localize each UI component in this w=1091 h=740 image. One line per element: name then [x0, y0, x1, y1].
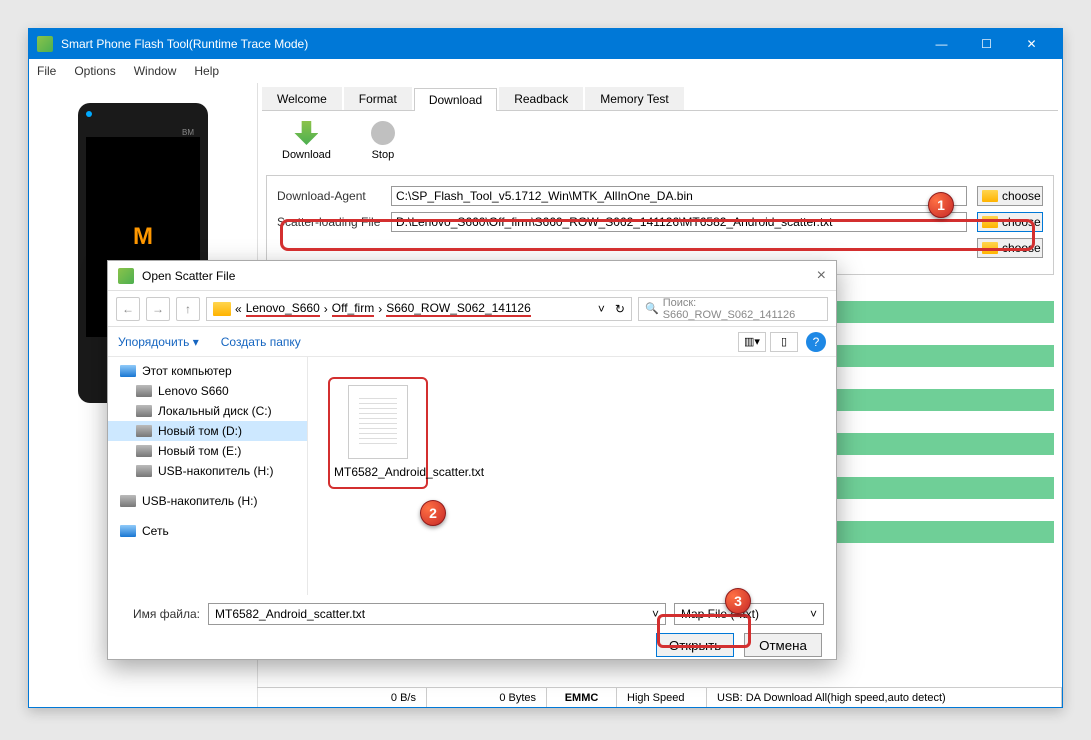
status-size: 0 Bytes	[427, 688, 547, 707]
cancel-button[interactable]: Отмена	[744, 633, 822, 657]
network-icon	[120, 525, 136, 537]
organize-button[interactable]: Упорядочить ▾	[118, 335, 199, 349]
tree-computer[interactable]: Этот компьютер	[108, 361, 307, 381]
usb-icon	[120, 495, 136, 507]
auth-choose-button[interactable]: choose	[977, 238, 1043, 258]
folder-icon	[213, 302, 231, 316]
textfile-icon	[348, 385, 408, 459]
download-button[interactable]: Download	[282, 121, 331, 161]
status-mode: High Speed	[617, 688, 707, 707]
filename-combo[interactable]: MT6582_Android_scatter.txt˅	[208, 603, 666, 625]
nav-fwd-button[interactable]: →	[146, 297, 170, 321]
drive-icon	[136, 405, 152, 417]
toolbar: Download Stop	[262, 111, 1058, 171]
da-label: Download-Agent	[277, 189, 391, 203]
status-speed: 0 B/s	[257, 688, 427, 707]
badge-1: 1	[928, 192, 954, 218]
da-choose-button[interactable]: choose	[977, 186, 1043, 206]
scatter-input[interactable]	[391, 212, 967, 232]
badge-2: 2	[420, 500, 446, 526]
file-area: MT6582_Android_scatter.txt	[308, 357, 836, 595]
dialog-title: Open Scatter File	[142, 269, 235, 283]
open-button[interactable]: Открыть	[656, 633, 734, 657]
download-icon	[294, 121, 318, 145]
preview-button[interactable]: ▯	[770, 332, 798, 352]
crumb-a[interactable]: Lenovo_S660	[246, 301, 320, 317]
tab-welcome[interactable]: Welcome	[262, 87, 342, 110]
tab-memtest[interactable]: Memory Test	[585, 87, 683, 110]
menu-window[interactable]: Window	[134, 64, 177, 78]
close-button[interactable]: ✕	[1009, 29, 1054, 59]
drive-icon	[136, 425, 152, 437]
menu-help[interactable]: Help	[194, 64, 219, 78]
tree-network[interactable]: Сеть	[108, 521, 307, 541]
tree-ddrive[interactable]: Новый том (D:)	[108, 421, 307, 441]
titlebar: Smart Phone Flash Tool(Runtime Trace Mod…	[29, 29, 1062, 59]
computer-icon	[120, 365, 136, 377]
statusbar: 0 B/s 0 Bytes EMMC High Speed USB: DA Do…	[257, 687, 1062, 707]
dialog-icon	[118, 268, 134, 284]
tab-format[interactable]: Format	[344, 87, 412, 110]
tabs: Welcome Format Download Readback Memory …	[262, 87, 1058, 111]
scatter-file-tile[interactable]: MT6582_Android_scatter.txt	[328, 377, 428, 489]
view-button[interactable]: ▥▾	[738, 332, 766, 352]
scatter-choose-button[interactable]: choose	[977, 212, 1043, 232]
dialog-close-button[interactable]: ×	[817, 267, 826, 285]
tree-lenovo[interactable]: Lenovo S660	[108, 381, 307, 401]
app-icon	[37, 36, 53, 52]
stop-icon	[371, 121, 395, 145]
drive-icon	[136, 445, 152, 457]
tab-download[interactable]: Download	[414, 88, 497, 111]
folder-icon	[982, 242, 998, 254]
dialog-titlebar: Open Scatter File ×	[108, 261, 836, 291]
window-title: Smart Phone Flash Tool(Runtime Trace Mod…	[61, 37, 919, 51]
folder-icon	[982, 216, 998, 228]
menubar: File Options Window Help	[29, 59, 1062, 83]
folder-tree: Этот компьютер Lenovo S660 Локальный дис…	[108, 357, 308, 595]
badge-3: 3	[725, 588, 751, 614]
nav-up-button[interactable]: ↑	[176, 297, 200, 321]
menu-file[interactable]: File	[37, 64, 56, 78]
folder-icon	[982, 190, 998, 202]
status-usb: USB: DA Download All(high speed,auto det…	[707, 688, 1062, 707]
dialog-navbar: ← → ↑ « Lenovo_S660 › Off_firm › S660_RO…	[108, 291, 836, 327]
filename-label: Имя файла:	[120, 607, 200, 621]
minimize-button[interactable]: —	[919, 29, 964, 59]
tab-readback[interactable]: Readback	[499, 87, 583, 110]
dialog-search[interactable]: 🔍 Поиск: S660_ROW_S062_141126	[638, 297, 828, 321]
crumb-b[interactable]: Off_firm	[332, 301, 374, 317]
help-button[interactable]: ?	[806, 332, 826, 352]
tree-cdrive[interactable]: Локальный диск (C:)	[108, 401, 307, 421]
tree-usb1[interactable]: USB-накопитель (H:)	[108, 461, 307, 481]
tree-usb2[interactable]: USB-накопитель (H:)	[108, 491, 307, 511]
nav-back-button[interactable]: ←	[116, 297, 140, 321]
dialog-toolbar: Упорядочить ▾ Создать папку ▥▾ ▯ ?	[108, 327, 836, 357]
newfolder-button[interactable]: Создать папку	[221, 335, 301, 349]
status-chip: EMMC	[547, 688, 617, 707]
da-input[interactable]	[391, 186, 967, 206]
menu-options[interactable]: Options	[74, 64, 115, 78]
crumb-c[interactable]: S660_ROW_S062_141126	[386, 301, 531, 317]
maximize-button[interactable]: ☐	[964, 29, 1009, 59]
stop-button[interactable]: Stop	[371, 121, 395, 161]
usb-icon	[136, 465, 152, 477]
tree-edrive[interactable]: Новый том (E:)	[108, 441, 307, 461]
scatter-label: Scatter-loading File	[277, 215, 391, 229]
breadcrumb[interactable]: « Lenovo_S660 › Off_firm › S660_ROW_S062…	[206, 297, 632, 321]
phone-logo: M	[133, 223, 153, 251]
device-icon	[136, 385, 152, 397]
